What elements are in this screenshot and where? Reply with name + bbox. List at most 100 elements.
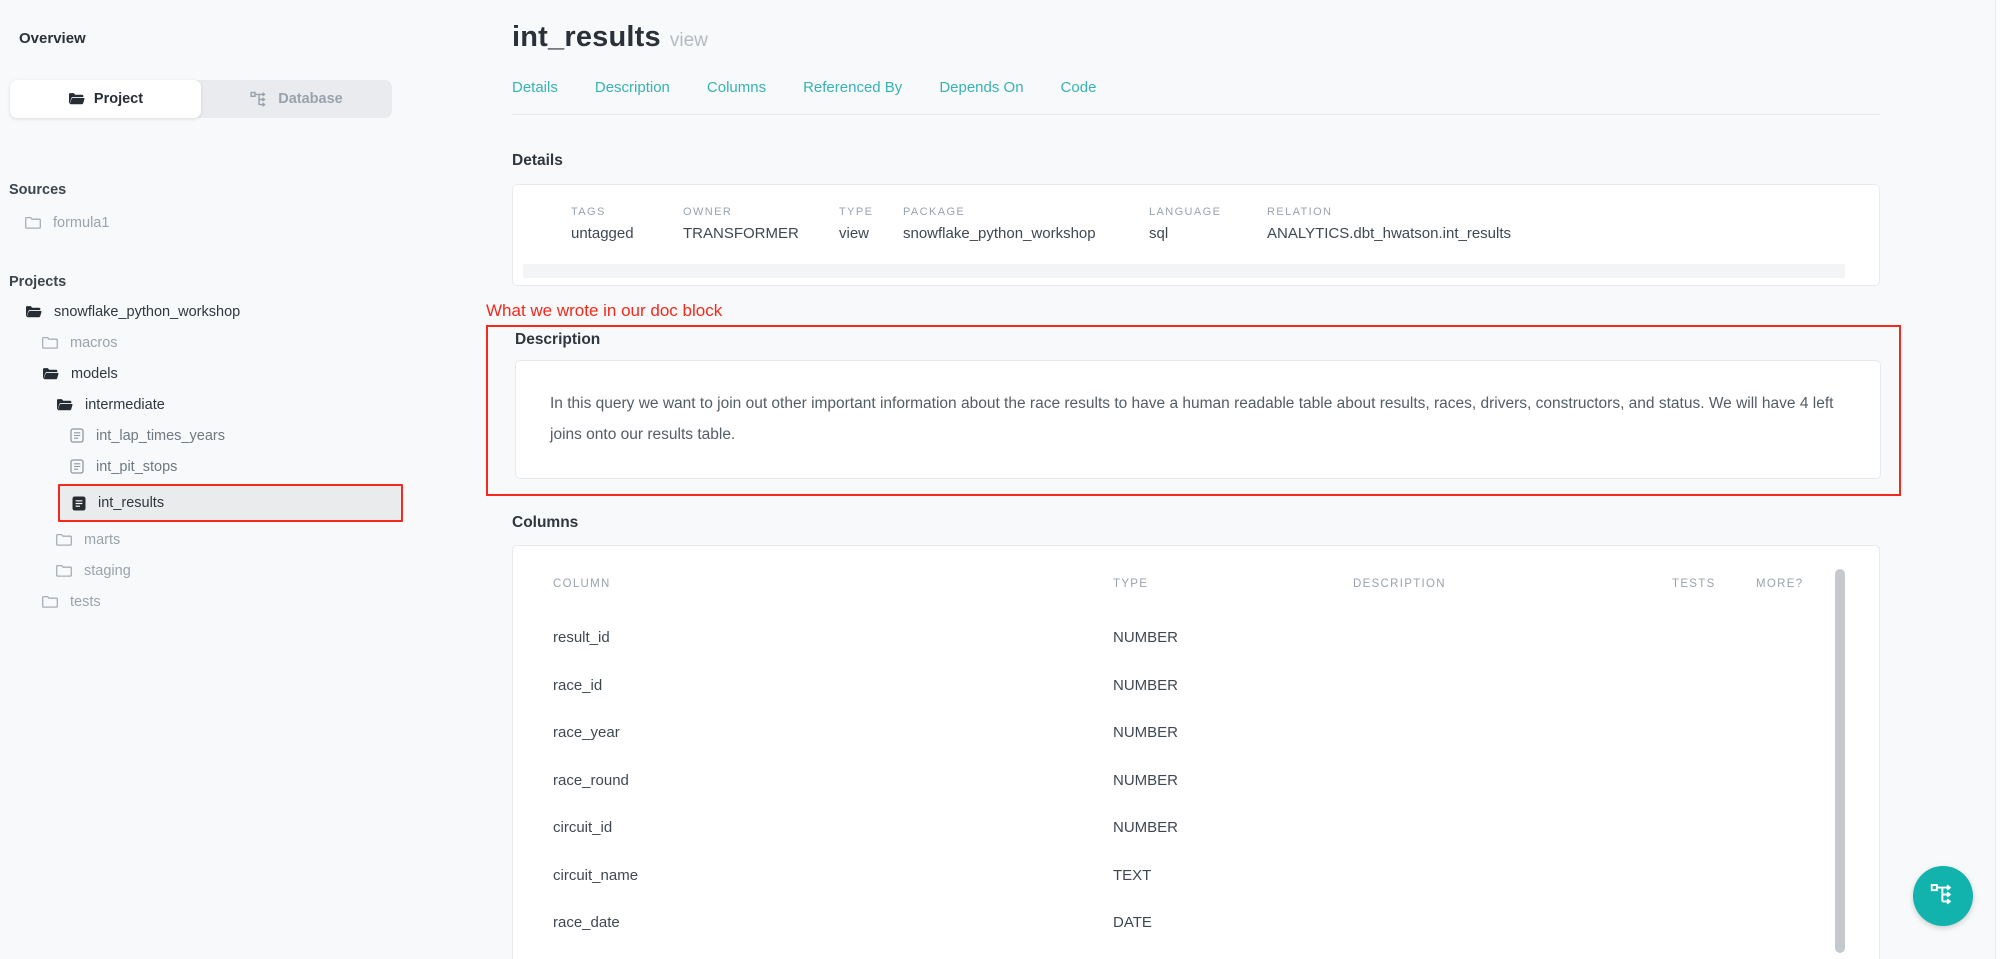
sources-tree: formula1 [0,207,430,238]
doc-block-annotation: What we wrote in our doc block [486,301,1880,321]
tab-details[interactable]: Details [512,79,558,96]
main-content: int_results view DetailsDescriptionColum… [512,0,1880,959]
sidebar-item-label: staging [84,563,131,579]
detail-field-label: TYPE [839,206,903,218]
column-type-cell: TEXT [1113,867,1353,884]
column-name-cell: result_id [553,629,1113,646]
sidebar-item-intermediate[interactable]: intermediate [0,389,430,420]
folder-open-icon [56,398,73,412]
column-row-result_id[interactable]: result_idNUMBER [553,614,1831,662]
sidebar-item-tests[interactable]: tests [0,586,430,617]
column-type-cell: NUMBER [1113,677,1353,694]
folder-open-icon [68,92,85,106]
column-row-circuit_name[interactable]: circuit_nameTEXT [553,852,1831,900]
detail-field-label: LANGUAGE [1149,206,1267,218]
tab-depends-on[interactable]: Depends On [939,79,1023,96]
column-name-cell: race_round [553,772,1113,789]
column-row-race_year[interactable]: race_yearNUMBER [553,709,1831,757]
project-tree: snowflake_python_workshopmacros models int… [0,296,430,617]
column-header-description: DESCRIPTION [1353,578,1672,590]
sidebar-item-macros[interactable]: macros [0,327,430,358]
column-type-cell: NUMBER [1113,819,1353,836]
folder-icon [42,595,58,608]
column-header-column: COLUMN [553,578,1113,590]
sidebar-item-label: int_results [98,495,164,511]
tab-description[interactable]: Description [595,79,670,96]
column-row-race_time[interactable]: race_timeTIME [553,947,1831,959]
page-scroll-gutter[interactable] [1995,0,2000,959]
database-toggle-label: Database [278,91,342,107]
column-type-cell: NUMBER [1113,629,1353,646]
detail-field-value: TRANSFORMER [683,225,839,242]
sidebar-item-formula1[interactable]: formula1 [0,207,430,238]
tab-code[interactable]: Code [1061,79,1097,96]
column-name-cell: circuit_name [553,867,1113,884]
file-solid-icon [72,496,86,511]
sidebar-item-label: macros [70,335,118,351]
column-name-cell: circuit_id [553,819,1113,836]
description-text: In this query we want to join out other … [550,388,1850,450]
sidebar-item-int_lap_times_years[interactable]: int_lap_times_years [0,420,430,451]
sidebar-item-int_results[interactable]: int_results [58,484,403,522]
tabs-divider [512,114,1880,115]
detail-field-language: LANGUAGE sql [1149,206,1267,242]
sidebar-item-staging[interactable]: staging [0,555,430,586]
projects-heading: Projects [9,274,430,290]
column-header-tests: TESTS [1672,578,1756,590]
sidebar-item-label: int_lap_times_years [96,428,225,444]
column-name-cell: race_date [553,914,1113,931]
sidebar-item-label: marts [84,532,120,548]
database-toggle-button[interactable]: Database [201,80,392,118]
lineage-graph-button[interactable] [1913,866,1973,926]
detail-field-label: OWNER [683,206,839,218]
tab-referenced-by[interactable]: Referenced By [803,79,902,96]
details-fields: TAGS untaggedOWNER TRANSFORMERTYPE viewPACK… [513,185,1879,242]
detail-field-value: view [839,225,903,242]
overview-heading: Overview [19,30,430,47]
tab-columns[interactable]: Columns [707,79,766,96]
sidebar-item-int_pit_stops[interactable]: int_pit_stops [0,451,430,482]
detail-field-value: untagged [571,225,683,242]
folder-open-icon [25,305,42,319]
sidebar-item-label: intermediate [85,397,165,413]
columns-card: COLUMNTYPEDESCRIPTIONTESTSMORE? result_i… [512,545,1880,959]
column-type-cell: DATE [1113,914,1353,931]
sidebar-item-label: int_pit_stops [96,459,177,475]
column-row-race_id[interactable]: race_idNUMBER [553,662,1831,710]
detail-field-relation: RELATION ANALYTICS.dbt_hwatson.int_result… [1267,206,1511,242]
column-row-race_date[interactable]: race_dateDATE [553,899,1831,947]
column-row-race_round[interactable]: race_roundNUMBER [553,757,1831,805]
description-heading: Description [515,331,1881,349]
file-icon [70,428,84,443]
sidebar-item-models[interactable]: models [0,358,430,389]
columns-heading: Columns [512,514,1880,532]
file-icon [70,459,84,474]
detail-field-value: ANALYTICS.dbt_hwatson.int_results [1267,225,1511,242]
sidebar-item-label: models [71,366,118,382]
column-name-cell: race_year [553,724,1113,741]
view-mode-toggle: Project Database [10,80,392,118]
detail-field-label: RELATION [1267,206,1511,218]
column-header-more: MORE? [1756,578,1831,590]
folder-icon [25,216,41,229]
columns-table-header: COLUMNTYPEDESCRIPTIONTESTSMORE? [553,576,1831,592]
page-subtitle: view [670,30,708,52]
sidebar-item-marts[interactable]: marts [0,524,430,555]
column-row-circuit_id[interactable]: circuit_idNUMBER [553,804,1831,852]
detail-field-package: PACKAGE snowflake_python_workshop [903,206,1149,242]
lineage-graph-icon [1930,883,1956,909]
columns-table-body: result_idNUMBERrace_idNUMBERrace_yearNUM… [553,614,1831,959]
folder-icon [56,564,72,577]
details-card: TAGS untaggedOWNER TRANSFORMERTYPE viewPACK… [512,184,1880,286]
sidebar-item-snowflake_python_workshop[interactable]: snowflake_python_workshop [0,296,430,327]
detail-field-label: TAGS [571,206,683,218]
columns-scrollbar-thumb[interactable] [1835,569,1845,953]
detail-field-value: sql [1149,225,1267,242]
detail-field-label: PACKAGE [903,206,1149,218]
project-toggle-button[interactable]: Project [10,80,201,118]
detail-field-value: snowflake_python_workshop [903,225,1149,242]
column-header-type: TYPE [1113,578,1353,590]
folder-icon [56,533,72,546]
detail-field-type: TYPE view [839,206,903,242]
folder-icon [42,336,58,349]
